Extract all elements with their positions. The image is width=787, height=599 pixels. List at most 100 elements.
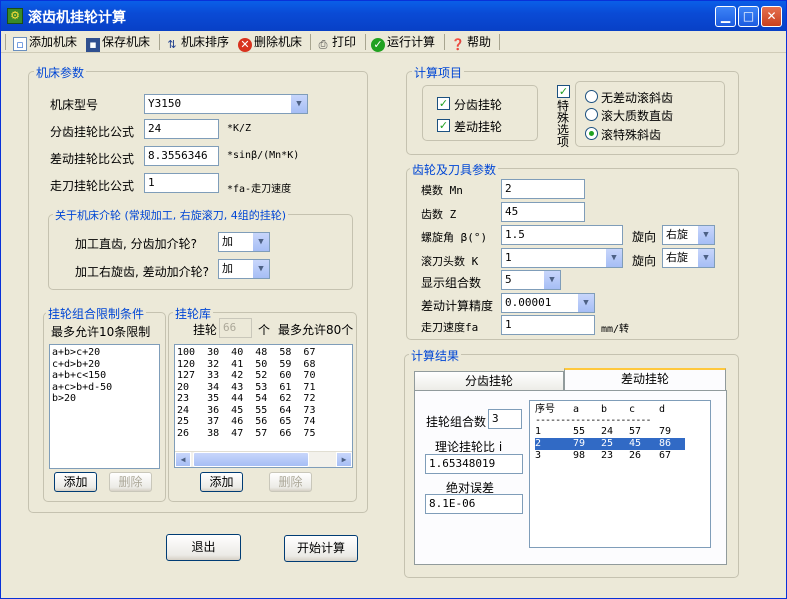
diff-formula-input[interactable]: 8.3556346	[144, 146, 219, 166]
helix-angle-input[interactable]: 1.5	[501, 225, 623, 245]
index-formula-unit: *K/Z	[227, 123, 252, 134]
helical-idler-label: 加工右旋齿, 差动加介轮?	[75, 265, 209, 279]
abs-error-value[interactable]: 8.1E-06	[425, 494, 523, 514]
constraint-add-button[interactable]: 添加	[54, 472, 97, 492]
helix-dir-select[interactable]: 右旋 ▼	[662, 225, 715, 245]
chevron-down-icon: ▼	[605, 249, 622, 267]
option-radio-selected[interactable]	[585, 127, 598, 140]
results-table[interactable]: 序号 a b c d ----------------------- 1 55 …	[529, 400, 711, 548]
delete-machine-button[interactable]: ✕ 删除机床	[238, 33, 302, 52]
table-row-selected[interactable]: 2 79 25 45 86	[535, 438, 685, 450]
list-item[interactable]: a+b>c+20	[50, 347, 159, 359]
option-label: 滚特殊斜齿	[601, 128, 662, 142]
helix-dir-label: 旋向	[632, 230, 657, 244]
machine-model-label: 机床型号	[50, 98, 99, 112]
table-row[interactable]: 1 55 24 57 79	[535, 426, 685, 438]
chevron-down-icon: ▼	[252, 233, 269, 251]
save-machine-button[interactable]: ▪ 保存机床	[86, 33, 150, 52]
index-formula-label: 分齿挂轮比公式	[50, 125, 135, 139]
feed-formula-label: 走刀挂轮比公式	[50, 179, 135, 193]
index-gear-checkbox[interactable]: ✓	[437, 97, 450, 110]
helical-idler-select[interactable]: 加 ▼	[218, 259, 270, 279]
constraint-delete-button[interactable]: 删除	[109, 472, 152, 492]
constraints-list[interactable]: a+b>c+20 c+d>b+20 a+b+c<150 a+c>b+d-50 b…	[49, 344, 160, 469]
constraints-limit-text: 最多允许10条限制	[51, 325, 151, 339]
diff-gear-label: 差动挂轮	[454, 120, 503, 134]
save-icon: ▪	[86, 38, 100, 52]
diff-formula-label: 差动挂轮比公式	[50, 152, 135, 166]
chevron-down-icon: ▼	[290, 95, 307, 113]
feed-formula-input[interactable]: 1	[144, 173, 219, 193]
printer-icon: ⎙	[318, 38, 328, 51]
machine-params-legend: 机床参数	[34, 64, 87, 81]
gear-params-legend: 齿轮及刀具参数	[410, 161, 499, 178]
machine-model-select[interactable]: Y3150 ▼	[144, 94, 308, 114]
feed-formula-unit: *fa-走刀速度	[227, 184, 292, 195]
feed-rate-input[interactable]: 1	[501, 315, 595, 335]
tab-diff-gear[interactable]: 差动挂轮	[564, 368, 726, 390]
scroll-left-icon[interactable]: ◀	[175, 452, 191, 467]
gear-count-input[interactable]: 66	[219, 318, 252, 338]
toolbar-separator	[365, 34, 366, 50]
table-row[interactable]: 3 98 23 26 67	[535, 450, 685, 462]
teeth-label: 齿数 Z	[421, 208, 457, 221]
start-calc-button[interactable]: 开始计算	[284, 535, 358, 562]
list-item[interactable]: a+c>b+d-50	[50, 382, 159, 394]
add-machine-button[interactable]: ▫ 添加机床	[13, 33, 77, 51]
idler-legend: 关于机床介轮 (常规加工, 右旋滚刀, 4组的挂轮)	[53, 207, 289, 223]
gear-delete-button[interactable]: 删除	[269, 472, 312, 492]
app-icon: ⚙	[7, 8, 23, 24]
option-radio[interactable]	[585, 108, 598, 121]
module-input[interactable]: 2	[501, 179, 585, 199]
new-document-icon: ▫	[13, 37, 27, 51]
gear-library-list[interactable]: 100 30 40 48 58 67 120 32 41 50 59 68 12…	[174, 344, 353, 468]
list-item: 23 35 44 54 62 72	[177, 393, 316, 404]
toolbar-grip	[5, 34, 6, 50]
combo-count-input[interactable]: 3	[488, 409, 522, 429]
list-item[interactable]: a+b+c<150	[50, 370, 159, 382]
precision-label: 差动计算精度	[421, 299, 494, 313]
help-button[interactable]: ❓ 帮助	[451, 33, 491, 51]
index-formula-input[interactable]: 24	[144, 119, 219, 139]
feed-rate-unit: mm/转	[601, 324, 630, 335]
close-button[interactable]: ✕	[761, 6, 782, 27]
gear-add-button[interactable]: 添加	[200, 472, 243, 492]
display-count-select[interactable]: 5 ▼	[501, 270, 561, 290]
sort-machine-button[interactable]: ⇅ 机床排序	[165, 33, 229, 51]
list-item: 25 37 46 56 65 74	[177, 416, 316, 427]
exit-button[interactable]: 退出	[166, 534, 241, 561]
list-item[interactable]: c+d>b+20	[50, 359, 159, 371]
toolbar-separator	[159, 34, 160, 50]
display-count-label: 显示组合数	[421, 276, 482, 290]
scroll-right-icon[interactable]: ▶	[336, 452, 352, 467]
chevron-down-icon: ▼	[577, 294, 594, 312]
module-label: 模数 Mn	[421, 184, 463, 197]
gear-library-label: 挂轮	[193, 323, 218, 337]
precision-select[interactable]: 0.00001 ▼	[501, 293, 595, 313]
calc-items-legend: 计算项目	[412, 64, 465, 81]
theory-ratio-value[interactable]: 1.65348019	[425, 454, 523, 474]
list-item[interactable]: b>20	[50, 393, 159, 405]
hob-starts-select[interactable]: 1 ▼	[501, 248, 623, 268]
straight-idler-label: 加工直齿, 分齿加介轮?	[75, 237, 197, 251]
print-button[interactable]: ⎙ 打印	[316, 33, 356, 51]
option-label: 滚大质数直齿	[601, 109, 674, 123]
gear-count-unit: 个	[258, 323, 271, 337]
toolbar: ▫ 添加机床 ▪ 保存机床 ⇅ 机床排序 ✕ 删除机床 ⎙ 打印 ✓ 运行计算 ❓ 帮助	[1, 31, 786, 53]
straight-idler-select[interactable]: 加 ▼	[218, 232, 270, 252]
title-bar: ⚙ 滚齿机挂轮计算 ▁ □ ✕	[1, 1, 786, 31]
scroll-thumb[interactable]	[193, 452, 309, 467]
horizontal-scrollbar[interactable]: ◀ ▶	[175, 451, 352, 467]
chevron-down-icon: ▼	[252, 260, 269, 278]
maximize-button[interactable]: □	[738, 6, 759, 27]
theory-ratio-label: 理论挂轮比 i	[435, 440, 503, 454]
special-options-checkbox[interactable]: ✓	[557, 85, 570, 98]
option-radio[interactable]	[585, 90, 598, 103]
minimize-button[interactable]: ▁	[715, 6, 736, 27]
teeth-input[interactable]: 45	[501, 202, 585, 222]
constraints-legend: 挂轮组合限制条件	[46, 305, 147, 322]
run-calc-button[interactable]: ✓ 运行计算	[371, 33, 435, 52]
diff-gear-checkbox[interactable]: ✓	[437, 119, 450, 132]
tab-index-gear[interactable]: 分齿挂轮	[414, 371, 564, 391]
hob-dir-select[interactable]: 右旋 ▼	[662, 248, 715, 268]
